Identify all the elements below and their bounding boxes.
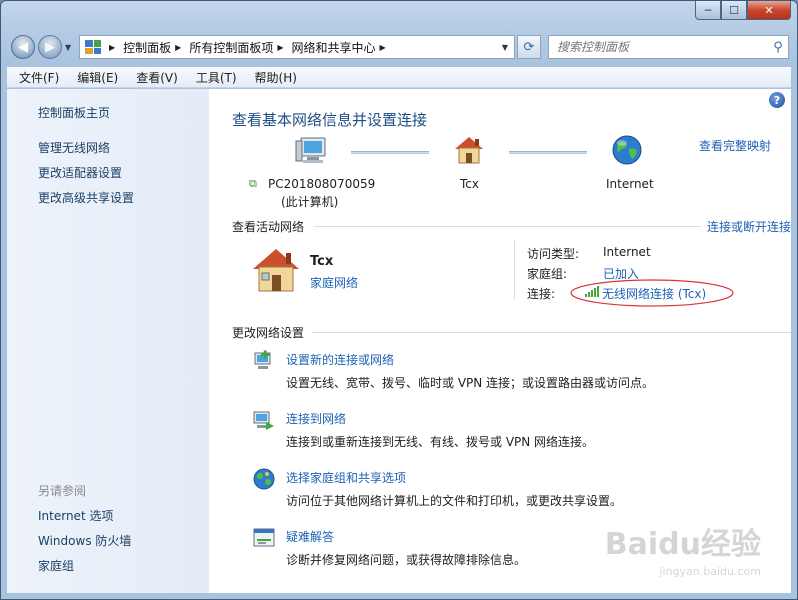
task-connect-link[interactable]: 连接到网络 [286,410,346,427]
task-connect-desc: 连接到或重新连接到无线、有线、拨号或 VPN 网络连接。 [286,435,595,449]
window: ─ ☐ ✕ ◀ ▶ ▼ ▶ 控制面板 ▶ 所有控制面板项 ▶ 网络和共享中心 ▶ ▼ … [0,0,798,600]
active-network-heading: 查看活动网络 [232,220,305,234]
page-title: 查看基本网络信息并设置连接 [232,111,428,129]
network-name: Tcx [310,254,334,269]
search-icon[interactable]: ⚲ [768,40,788,55]
search-box: ⚲ [548,35,789,59]
search-input[interactable] [549,40,768,54]
home-network-icon [253,249,299,292]
watermark-url: jingyan.baidu.com [659,565,761,578]
address-dropdown-icon[interactable]: ▼ [502,43,508,52]
connect-disconnect-link[interactable]: 连接或断开连接 [707,218,791,235]
chevron-right-icon[interactable]: ▶ [380,43,386,52]
breadcrumb-network-center[interactable]: 网络和共享中心 [292,39,376,56]
vertical-divider [514,239,515,299]
sidebar-adapter-settings[interactable]: 更改适配器设置 [38,164,122,181]
refresh-icon: ⟳ [523,39,535,55]
homegroup-label: 家庭组: [527,267,568,281]
map-network-label: Tcx [460,177,479,191]
arrow-right-icon: ▶ [45,39,55,55]
history-dropdown[interactable]: ▼ [65,43,71,52]
see-also-heading: 另请参阅 [38,484,87,498]
task-new-connection-link[interactable]: 设置新的连接或网络 [286,351,394,368]
network-connected-icon: ⧉ [249,177,257,190]
control-panel-icon [85,40,101,54]
forward-button[interactable]: ▶ [38,35,62,59]
task-troubleshoot-link[interactable]: 疑难解答 [286,528,334,545]
computer-name: PC201808070059 [268,177,376,191]
back-button[interactable]: ◀ [11,35,35,59]
maximize-button[interactable]: ☐ [721,1,747,20]
access-type-label: 访问类型: [527,247,580,261]
homegroup-sharing-icon [253,468,275,490]
access-type-value: Internet [603,245,651,259]
connect-network-icon [253,411,274,430]
connection-line [351,151,429,154]
divider [312,332,791,333]
globe-icon[interactable] [611,134,643,166]
refresh-button[interactable]: ⟳ [517,35,541,59]
computer-sub-label: (此计算机) [281,195,339,209]
address-bar[interactable]: ▶ 控制面板 ▶ 所有控制面板项 ▶ 网络和共享中心 ▶ ▼ [79,35,515,59]
task-troubleshoot-desc: 诊断并修复网络问题，或获得故障排除信息。 [286,553,527,567]
map-internet-label: Internet [606,177,654,191]
arrow-left-icon: ◀ [18,39,28,55]
chevron-right-icon[interactable]: ▶ [175,43,181,52]
menu-tools[interactable]: 工具(T) [184,69,243,86]
chevron-right-icon[interactable]: ▶ [277,43,283,52]
new-connection-icon [254,350,271,369]
breadcrumb-control-panel[interactable]: 控制面板 [123,39,171,56]
chevron-down-icon: ▼ [65,43,72,52]
close-button[interactable]: ✕ [747,1,791,20]
watermark-brand: Baidu经验 [604,527,761,562]
navigation-bar: ◀ ▶ ▼ ▶ 控制面板 ▶ 所有控制面板项 ▶ 网络和共享中心 ▶ ▼ ⟳ ⚲ [1,31,797,61]
breadcrumb-all-items[interactable]: 所有控制面板项 [189,39,273,56]
change-settings-heading: 更改网络设置 [232,326,305,340]
see-also-firewall[interactable]: Windows 防火墙 [38,532,131,549]
connection-label: 连接: [527,287,556,301]
computer-icon[interactable] [295,135,327,167]
watermark: Baidu经验 jingyan.baidu.com [605,519,761,578]
menu-edit[interactable]: 编辑(E) [65,69,124,86]
house-icon[interactable] [453,135,485,165]
task-homegroup-link[interactable]: 选择家庭组和共享选项 [286,469,406,486]
task-homegroup-desc: 访问位于其他网络计算机上的文件和打印机，或更改共享设置。 [286,494,623,508]
help-icon[interactable]: ? [769,92,785,108]
chevron-right-icon: ▶ [109,42,116,52]
sidebar: 控制面板主页 管理无线网络 更改适配器设置 更改高级共享设置 另请参阅 Inte… [7,89,209,593]
see-also-internet-options[interactable]: Internet 选项 [38,507,113,524]
connection-line [509,151,587,154]
sidebar-control-panel-home[interactable]: 控制面板主页 [38,104,110,121]
content-area: 控制面板主页 管理无线网络 更改适配器设置 更改高级共享设置 另请参阅 Inte… [7,89,791,593]
sidebar-advanced-sharing[interactable]: 更改高级共享设置 [38,189,134,206]
see-also-homegroup[interactable]: 家庭组 [38,557,74,574]
minimize-button[interactable]: ─ [695,1,721,20]
full-map-link[interactable]: 查看完整映射 [699,137,771,154]
menu-view[interactable]: 查看(V) [124,69,184,86]
divider [314,226,701,227]
window-controls: ─ ☐ ✕ [695,1,791,21]
menu-bar: 文件(F) 编辑(E) 查看(V) 工具(T) 帮助(H) [7,67,791,88]
highlight-ellipse [570,279,734,307]
menu-help[interactable]: 帮助(H) [243,69,303,86]
troubleshoot-icon [253,528,275,547]
menu-file[interactable]: 文件(F) [7,69,65,86]
network-type-link[interactable]: 家庭网络 [310,274,358,291]
sidebar-manage-wireless[interactable]: 管理无线网络 [38,139,110,156]
main-panel: ? 查看基本网络信息并设置连接 查看完整映射 ⧉ PC201808070059 … [209,89,791,593]
task-new-connection-desc: 设置无线、宽带、拨号、临时或 VPN 连接；或设置路由器或访问点。 [286,376,655,390]
